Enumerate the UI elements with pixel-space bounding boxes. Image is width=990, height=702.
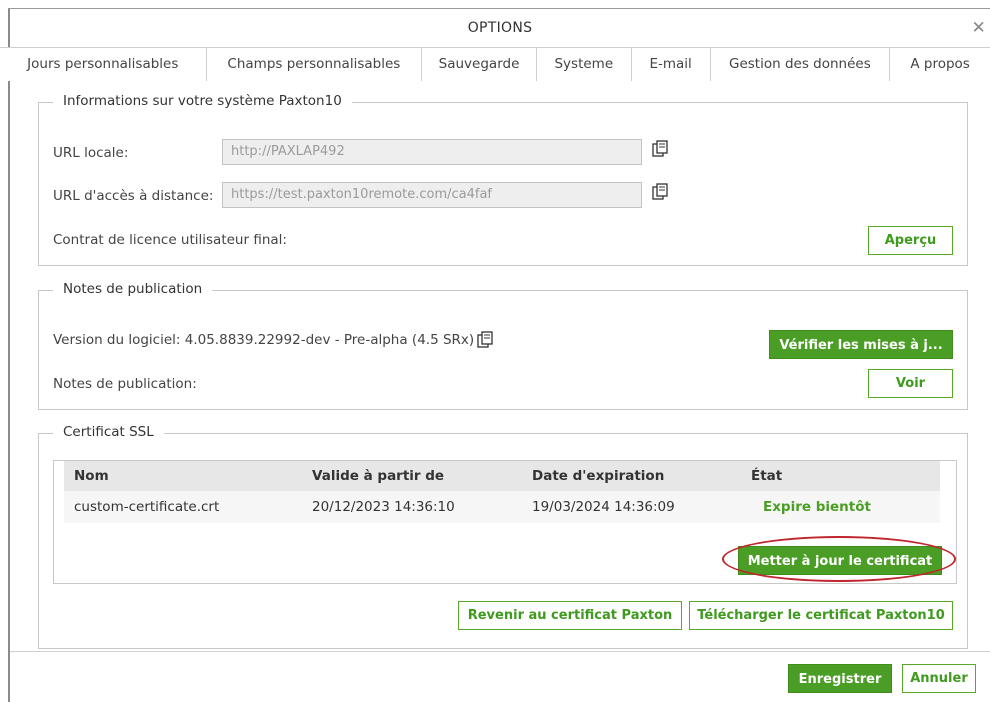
highlight-ellipse [722, 536, 956, 582]
cell-cert-name: custom-certificate.crt [74, 499, 220, 515]
copy-icon[interactable] [477, 331, 493, 349]
column-header-name: Nom [74, 468, 109, 484]
tab-backup[interactable]: Sauvegarde [422, 48, 537, 81]
copy-icon[interactable] [652, 140, 668, 158]
tab-system[interactable]: Systeme [536, 48, 632, 81]
license-label: Contrat de licence utilisateur final: [53, 232, 287, 248]
cancel-button[interactable]: Annuler [902, 664, 976, 693]
dialog-title: OPTIONS [467, 20, 533, 36]
release-notes-legend: Notes de publication [53, 281, 213, 297]
tab-custom-days[interactable]: Jours personnalisables [0, 48, 207, 81]
system-info-legend: Informations sur votre système Paxton10 [53, 93, 352, 109]
revert-certificate-button[interactable]: Revenir au certificat Paxton [458, 601, 682, 630]
cell-expiry: 19/03/2024 14:36:09 [532, 499, 675, 515]
dialog-titlebar: OPTIONS ✕ [10, 9, 990, 47]
tab-data-management[interactable]: Gestion des données [710, 48, 891, 81]
local-url-field[interactable]: http://PAXLAP492 [222, 139, 642, 165]
tab-bar: Jours personnalisables Champs personnali… [0, 47, 990, 81]
save-button[interactable]: Enregistrer [788, 664, 892, 693]
remote-url-label: URL d'accès à distance: [53, 188, 214, 204]
remote-url-field[interactable]: https://test.paxton10remote.com/ca4faf [222, 182, 642, 208]
cell-valid-from: 20/12/2023 14:36:10 [312, 499, 455, 515]
copy-icon[interactable] [652, 183, 668, 201]
column-header-expiry: Date d'expiration [532, 468, 665, 484]
ssl-legend: Certificat SSL [53, 424, 164, 440]
release-notes-label: Notes de publication: [53, 376, 197, 392]
options-dialog: OPTIONS ✕ Jours personnalisables Champs … [0, 8, 990, 702]
status-badge: Expire bientôt [763, 499, 871, 515]
tab-email[interactable]: E-mail [631, 48, 711, 81]
footer-divider [10, 651, 990, 652]
close-icon[interactable]: ✕ [971, 9, 986, 47]
ssl-certificate-group: Certificat SSL Nom Valide à partir de Da… [38, 424, 968, 649]
column-header-valid-from: Valide à partir de [312, 468, 445, 484]
certificate-table: Nom Valide à partir de Date d'expiration… [53, 460, 957, 584]
table-header: Nom Valide à partir de Date d'expiration… [64, 461, 940, 491]
download-certificate-button[interactable]: Télécharger le certificat Paxton10 [689, 601, 953, 630]
system-info-group: Informations sur votre système Paxton10 … [38, 93, 968, 266]
release-notes-group: Notes de publication Version du logiciel… [38, 281, 968, 410]
check-updates-button[interactable]: Vérifier les mises à j... [769, 330, 953, 359]
software-version-text: Version du logiciel: 4.05.8839.22992-dev… [53, 332, 475, 348]
preview-button[interactable]: Aperçu [868, 226, 953, 255]
local-url-label: URL locale: [53, 145, 129, 161]
table-row[interactable]: custom-certificate.crt 20/12/2023 14:36:… [64, 491, 940, 523]
column-header-status: État [751, 468, 783, 484]
tab-custom-fields[interactable]: Champs personnalisables [206, 48, 423, 81]
tab-about[interactable]: A propos [890, 48, 990, 81]
view-button[interactable]: Voir [868, 369, 953, 398]
